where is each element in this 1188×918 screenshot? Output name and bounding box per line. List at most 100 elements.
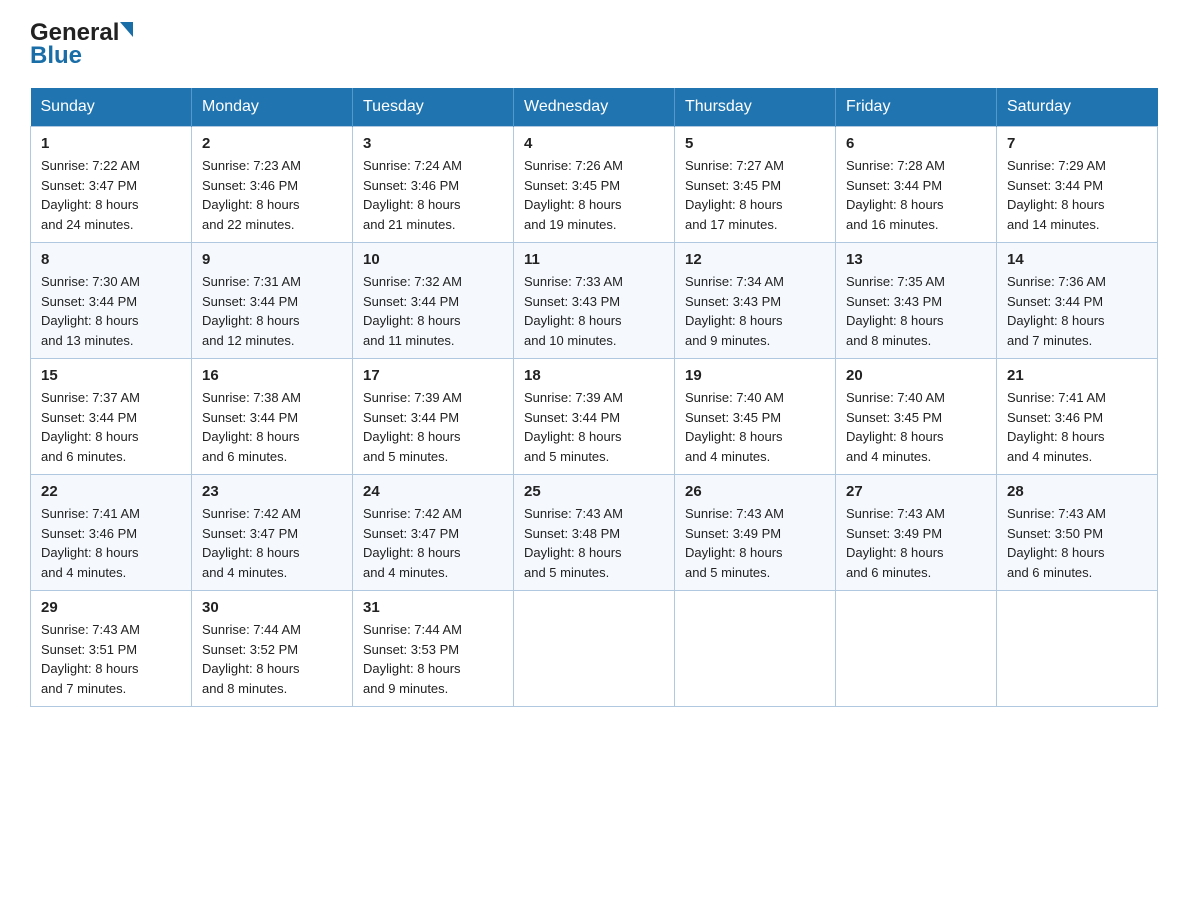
calendar-cell: 13Sunrise: 7:35 AMSunset: 3:43 PMDayligh… — [836, 243, 997, 359]
calendar-cell: 26 Sunrise: 7:43 AMSunset: 3:49 PMDayligh… — [675, 475, 836, 591]
day-info: Sunrise: 7:26 AMSunset: 3:45 PMDaylight:… — [524, 156, 664, 234]
day-info: Sunrise: 7:37 AMSunset: 3:44 PMDaylight:… — [41, 388, 181, 466]
day-number: 10 — [363, 251, 503, 268]
calendar-cell: 2 Sunrise: 7:23 AMSunset: 3:46 PMDaylight… — [192, 127, 353, 243]
day-info: Sunrise: 7:40 AMSunset: 3:45 PMDaylight:… — [846, 388, 986, 466]
day-number: 5 — [685, 135, 825, 152]
calendar-cell: 8 Sunrise: 7:30 AMSunset: 3:44 PMDaylight… — [31, 243, 192, 359]
calendar-cell: 5 Sunrise: 7:27 AMSunset: 3:45 PMDaylight… — [675, 127, 836, 243]
day-number: 16 — [202, 367, 342, 384]
weekday-header-wednesday: Wednesday — [514, 88, 675, 127]
calendar-cell: 22Sunrise: 7:41 AMSunset: 3:46 PMDayligh… — [31, 475, 192, 591]
weekday-header-friday: Friday — [836, 88, 997, 127]
day-number: 1 — [41, 135, 181, 152]
calendar-cell: 15 Sunrise: 7:37 AMSunset: 3:44 PMDayligh… — [31, 359, 192, 475]
calendar-cell: 7 Sunrise: 7:29 AMSunset: 3:44 PMDaylight… — [997, 127, 1158, 243]
day-info: Sunrise: 7:44 AMSunset: 3:53 PMDaylight:… — [363, 620, 503, 698]
day-info: Sunrise: 7:42 AMSunset: 3:47 PMDaylight:… — [202, 504, 342, 582]
logo-arrow-icon — [120, 22, 133, 37]
day-info: Sunrise: 7:42 AMSunset: 3:47 PMDaylight:… — [363, 504, 503, 582]
calendar-cell — [514, 591, 675, 707]
day-info: Sunrise: 7:36 AMSunset: 3:44 PMDaylight:… — [1007, 272, 1147, 350]
day-info: Sunrise: 7:22 AMSunset: 3:47 PMDaylight:… — [41, 156, 181, 234]
day-number: 2 — [202, 135, 342, 152]
day-number: 23 — [202, 483, 342, 500]
calendar-table: SundayMondayTuesdayWednesdayThursdayFrid… — [30, 88, 1158, 707]
day-number: 18 — [524, 367, 664, 384]
calendar-cell: 25 Sunrise: 7:43 AMSunset: 3:48 PMDayligh… — [514, 475, 675, 591]
day-info: Sunrise: 7:27 AMSunset: 3:45 PMDaylight:… — [685, 156, 825, 234]
calendar-cell: 19 Sunrise: 7:40 AMSunset: 3:45 PMDayligh… — [675, 359, 836, 475]
day-info: Sunrise: 7:29 AMSunset: 3:44 PMDaylight:… — [1007, 156, 1147, 234]
calendar-cell: 11Sunrise: 7:33 AMSunset: 3:43 PMDayligh… — [514, 243, 675, 359]
calendar-cell: 16 Sunrise: 7:38 AMSunset: 3:44 PMDayligh… — [192, 359, 353, 475]
day-info: Sunrise: 7:41 AMSunset: 3:46 PMDaylight:… — [1007, 388, 1147, 466]
day-number: 27 — [846, 483, 986, 500]
calendar-cell: 24 Sunrise: 7:42 AMSunset: 3:47 PMDayligh… — [353, 475, 514, 591]
calendar-cell: 12 Sunrise: 7:34 AMSunset: 3:43 PMDayligh… — [675, 243, 836, 359]
day-info: Sunrise: 7:40 AMSunset: 3:45 PMDaylight:… — [685, 388, 825, 466]
day-info: Sunrise: 7:43 AMSunset: 3:51 PMDaylight:… — [41, 620, 181, 698]
day-number: 8 — [41, 251, 181, 268]
day-info: Sunrise: 7:38 AMSunset: 3:44 PMDaylight:… — [202, 388, 342, 466]
day-info: Sunrise: 7:43 AMSunset: 3:49 PMDaylight:… — [685, 504, 825, 582]
day-number: 31 — [363, 599, 503, 616]
day-number: 26 — [685, 483, 825, 500]
day-info: Sunrise: 7:43 AMSunset: 3:48 PMDaylight:… — [524, 504, 664, 582]
day-number: 22 — [41, 483, 181, 500]
calendar-cell: 23 Sunrise: 7:42 AMSunset: 3:47 PMDayligh… — [192, 475, 353, 591]
calendar-cell: 30Sunrise: 7:44 AMSunset: 3:52 PMDayligh… — [192, 591, 353, 707]
day-number: 4 — [524, 135, 664, 152]
day-number: 9 — [202, 251, 342, 268]
day-number: 19 — [685, 367, 825, 384]
calendar-cell: 21 Sunrise: 7:41 AMSunset: 3:46 PMDayligh… — [997, 359, 1158, 475]
day-number: 3 — [363, 135, 503, 152]
day-info: Sunrise: 7:39 AMSunset: 3:44 PMDaylight:… — [363, 388, 503, 466]
day-number: 6 — [846, 135, 986, 152]
weekday-header-saturday: Saturday — [997, 88, 1158, 127]
day-info: Sunrise: 7:32 AMSunset: 3:44 PMDaylight:… — [363, 272, 503, 350]
calendar-cell: 18 Sunrise: 7:39 AMSunset: 3:44 PMDayligh… — [514, 359, 675, 475]
day-info: Sunrise: 7:24 AMSunset: 3:46 PMDaylight:… — [363, 156, 503, 234]
day-number: 13 — [846, 251, 986, 268]
day-number: 7 — [1007, 135, 1147, 152]
calendar-cell: 29 Sunrise: 7:43 AMSunset: 3:51 PMDayligh… — [31, 591, 192, 707]
day-info: Sunrise: 7:34 AMSunset: 3:43 PMDaylight:… — [685, 272, 825, 350]
calendar-cell: 6Sunrise: 7:28 AMSunset: 3:44 PMDaylight… — [836, 127, 997, 243]
calendar-cell: 31 Sunrise: 7:44 AMSunset: 3:53 PMDayligh… — [353, 591, 514, 707]
day-number: 21 — [1007, 367, 1147, 384]
day-info: Sunrise: 7:33 AMSunset: 3:43 PMDaylight:… — [524, 272, 664, 350]
day-info: Sunrise: 7:30 AMSunset: 3:44 PMDaylight:… — [41, 272, 181, 350]
calendar-cell: 4 Sunrise: 7:26 AMSunset: 3:45 PMDaylight… — [514, 127, 675, 243]
weekday-header-monday: Monday — [192, 88, 353, 127]
day-info: Sunrise: 7:43 AMSunset: 3:50 PMDaylight:… — [1007, 504, 1147, 582]
page-header: General Blue — [30, 20, 1158, 70]
day-number: 15 — [41, 367, 181, 384]
day-info: Sunrise: 7:31 AMSunset: 3:44 PMDaylight:… — [202, 272, 342, 350]
calendar-cell — [675, 591, 836, 707]
day-info: Sunrise: 7:39 AMSunset: 3:44 PMDaylight:… — [524, 388, 664, 466]
calendar-cell: 28 Sunrise: 7:43 AMSunset: 3:50 PMDayligh… — [997, 475, 1158, 591]
day-number: 12 — [685, 251, 825, 268]
weekday-header-thursday: Thursday — [675, 88, 836, 127]
calendar-cell — [997, 591, 1158, 707]
calendar-cell: 20 Sunrise: 7:40 AMSunset: 3:45 PMDayligh… — [836, 359, 997, 475]
weekday-header-tuesday: Tuesday — [353, 88, 514, 127]
day-info: Sunrise: 7:44 AMSunset: 3:52 PMDaylight:… — [202, 620, 342, 698]
day-info: Sunrise: 7:23 AMSunset: 3:46 PMDaylight:… — [202, 156, 342, 234]
day-number: 28 — [1007, 483, 1147, 500]
day-number: 20 — [846, 367, 986, 384]
calendar-cell: 1 Sunrise: 7:22 AMSunset: 3:47 PMDaylight… — [31, 127, 192, 243]
calendar-header-row: SundayMondayTuesdayWednesdayThursdayFrid… — [31, 88, 1158, 127]
day-number: 17 — [363, 367, 503, 384]
calendar-week-row: 15 Sunrise: 7:37 AMSunset: 3:44 PMDayligh… — [31, 359, 1158, 475]
logo-text-blue: Blue — [30, 42, 82, 69]
day-number: 24 — [363, 483, 503, 500]
calendar-week-row: 22Sunrise: 7:41 AMSunset: 3:46 PMDayligh… — [31, 475, 1158, 591]
calendar-cell: 3 Sunrise: 7:24 AMSunset: 3:46 PMDaylight… — [353, 127, 514, 243]
day-number: 29 — [41, 599, 181, 616]
day-number: 25 — [524, 483, 664, 500]
calendar-cell: 27 Sunrise: 7:43 AMSunset: 3:49 PMDayligh… — [836, 475, 997, 591]
day-number: 14 — [1007, 251, 1147, 268]
day-info: Sunrise: 7:43 AMSunset: 3:49 PMDaylight:… — [846, 504, 986, 582]
